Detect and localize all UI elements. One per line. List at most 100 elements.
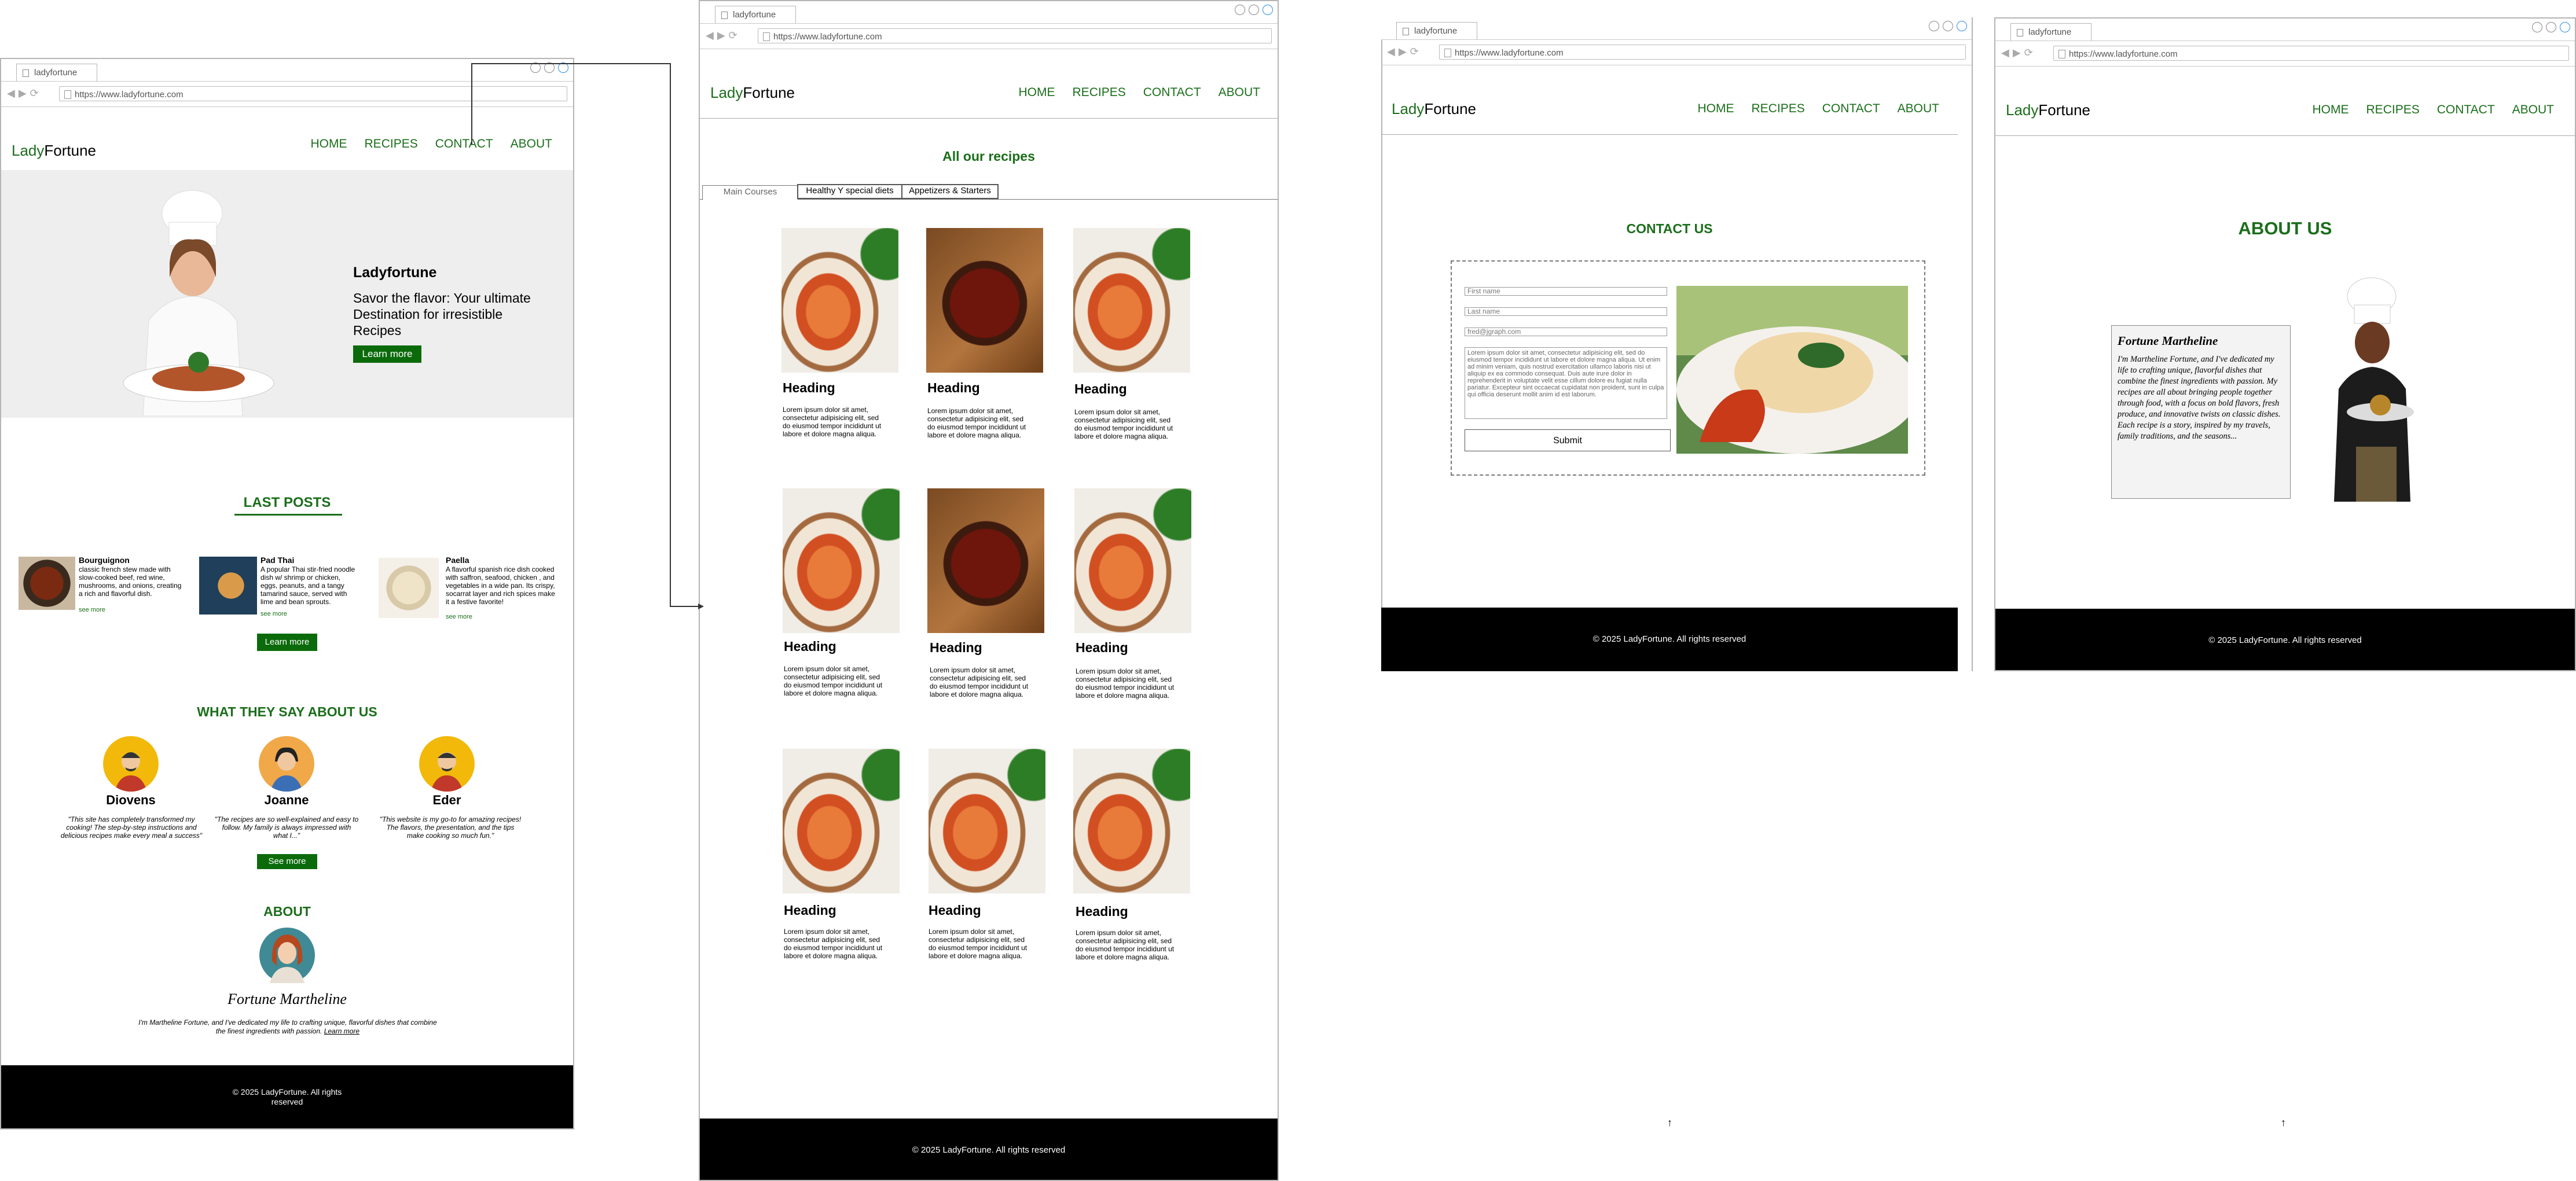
back-forward-reload-icons[interactable]: ◀▶⟳ [706,30,741,42]
back-forward-reload-icons[interactable]: ◀▶⟳ [7,87,42,100]
site-logo[interactable]: LadyFortune [710,84,795,102]
header-divider [1381,134,1958,135]
browser-tab[interactable]: ladyfortune [1396,22,1477,39]
minimize-icon[interactable] [530,62,541,73]
back-forward-reload-icons[interactable]: ◀▶⟳ [1387,46,1422,58]
testimonial-name-diovens: Diovens [106,793,156,807]
nav-recipes[interactable]: RECIPES [365,137,418,150]
close-icon[interactable] [2560,22,2570,32]
close-icon[interactable] [1263,5,1273,15]
nav-about[interactable]: ABOUT [1898,102,1939,115]
browser-tab[interactable]: ladyfortune [16,64,97,81]
nav-contact[interactable]: CONTACT [1822,102,1880,115]
url-field[interactable]: https://www.ladyfortune.com [2053,46,2569,61]
recipe-image[interactable] [1073,228,1190,373]
nav-contact[interactable]: CONTACT [1143,86,1201,99]
nav-home[interactable]: HOME [1698,102,1734,115]
url-field[interactable]: https://www.ladyfortune.com [758,28,1272,43]
tab-title: ladyfortune [733,10,776,20]
document-icon [2058,50,2065,58]
about-us-title: ABOUT US [2238,218,2332,238]
nav-home[interactable]: HOME [311,137,347,150]
nav-home[interactable]: HOME [1019,86,1055,99]
message-textarea[interactable]: Lorem ipsum dolor sit amet, consectetur … [1465,347,1667,419]
site-logo[interactable]: LadyFortune [2006,101,2090,119]
post-link-paella[interactable]: see more [446,613,472,620]
recipe-image[interactable] [1073,749,1190,893]
nav-about[interactable]: ABOUT [511,137,552,150]
bio-card: Fortune Martheline I'm Martheline Fortun… [2111,325,2291,499]
hero-section: Ladyfortune Savor the flavor: Your ultim… [1,170,573,418]
about-text-body: I'm Martheline Fortune, and I've dedicat… [138,1018,437,1035]
nav-home[interactable]: HOME [2313,103,2349,116]
recipe-image[interactable] [783,749,900,893]
browser-tab[interactable]: ladyfortune [2010,23,2091,41]
recipe-image[interactable] [927,488,1044,633]
recipe-text: Lorem ipsum dolor sit amet, consectetur … [784,928,883,960]
maximize-icon[interactable] [1943,21,1953,31]
recipe-heading: Heading [1076,904,1128,919]
url-field[interactable]: https://www.ladyfortune.com [1439,45,1966,60]
main-nav: HOME RECIPES CONTACT ABOUT [1680,102,1939,116]
recipe-image[interactable] [1074,488,1191,633]
tab-main-courses[interactable]: Main Courses [702,185,798,200]
url-field[interactable]: https://www.ladyfortune.com [59,86,567,101]
recipe-heading: Heading [784,639,836,654]
maximize-icon[interactable] [1249,5,1259,15]
minimize-icon[interactable] [1929,21,1939,31]
recipe-image[interactable] [783,488,900,633]
nav-recipes[interactable]: RECIPES [1752,102,1805,115]
logo-fortune: Fortune [2038,101,2090,119]
nav-about[interactable]: ABOUT [2512,103,2554,116]
about-footer-text: © 2025 LadyFortune. All rights reserved [2208,635,2362,645]
recipe-heading: Heading [1074,381,1127,396]
browser-tab[interactable]: ladyfortune [715,6,796,23]
nav-contact[interactable]: CONTACT [2437,103,2495,116]
recipe-image[interactable] [926,228,1043,373]
testimonials-see-more-button[interactable]: See more [257,854,317,869]
hero-learn-more-button[interactable]: Learn more [353,345,421,363]
recipe-text: Lorem ipsum dolor sit amet, consectetur … [1074,408,1173,440]
post-link-pad-thai[interactable]: see more [260,610,287,617]
about-learn-more-link[interactable]: Learn more [324,1027,359,1035]
recipe-text: Lorem ipsum dolor sit amet, consectetur … [929,928,1028,960]
browser-tab-bar: ladyfortune [1381,17,1972,40]
site-logo[interactable]: LadyFortune [12,142,96,160]
last-name-input[interactable]: Last name [1465,307,1667,316]
posts-learn-more-button[interactable]: Learn more [257,634,317,651]
url-text: https://www.ladyfortune.com [2069,49,2178,59]
nav-contact[interactable]: CONTACT [435,137,493,150]
nav-recipes[interactable]: RECIPES [1073,86,1126,99]
recipe-image[interactable] [929,749,1045,893]
tab-appetizers-starters[interactable]: Appetizers & Starters [901,184,999,199]
maximize-icon[interactable] [544,62,555,73]
email-input[interactable]: fred@jgraph.com [1465,328,1667,336]
avatar-diovens [103,736,159,792]
close-icon[interactable] [558,62,568,73]
nav-about[interactable]: ABOUT [1219,86,1260,99]
recipe-text: Lorem ipsum dolor sit amet, consectetur … [784,665,883,697]
address-bar: ◀▶⟳ https://www.ladyfortune.com [1381,39,1972,65]
minimize-icon[interactable] [2532,22,2542,32]
main-nav: HOME RECIPES CONTACT ABOUT [1001,86,1260,100]
page-icon [23,69,29,77]
minimize-icon[interactable] [1235,5,1245,15]
site-logo[interactable]: LadyFortune [1392,100,1476,118]
browser-tab-bar: ladyfortune [1,59,573,82]
submit-button[interactable]: Submit [1465,429,1671,451]
header-divider [700,118,1278,119]
browser-tab-bar: ladyfortune [1995,19,2575,41]
lobster-dish-image [1676,286,1908,454]
window-controls [1231,5,1273,18]
first-name-input[interactable]: First name [1465,287,1667,296]
maximize-icon[interactable] [2546,22,2556,32]
last-posts-title: LAST POSTS [243,495,331,510]
recipe-image[interactable] [781,228,898,373]
post-link-bourguignon[interactable]: see more [79,606,105,613]
back-forward-reload-icons[interactable]: ◀▶⟳ [2001,47,2036,59]
tab-healthy-special-diets[interactable]: Healthy Y special diets [797,184,902,199]
nav-recipes[interactable]: RECIPES [2366,103,2420,116]
about-page-frame: ladyfortune ◀▶⟳ https://www.ladyfortune.… [1994,17,2576,671]
close-icon[interactable] [1957,21,1967,31]
post-text-pad-thai: A popular Thai stir-fried noodle dish w/… [260,565,355,606]
